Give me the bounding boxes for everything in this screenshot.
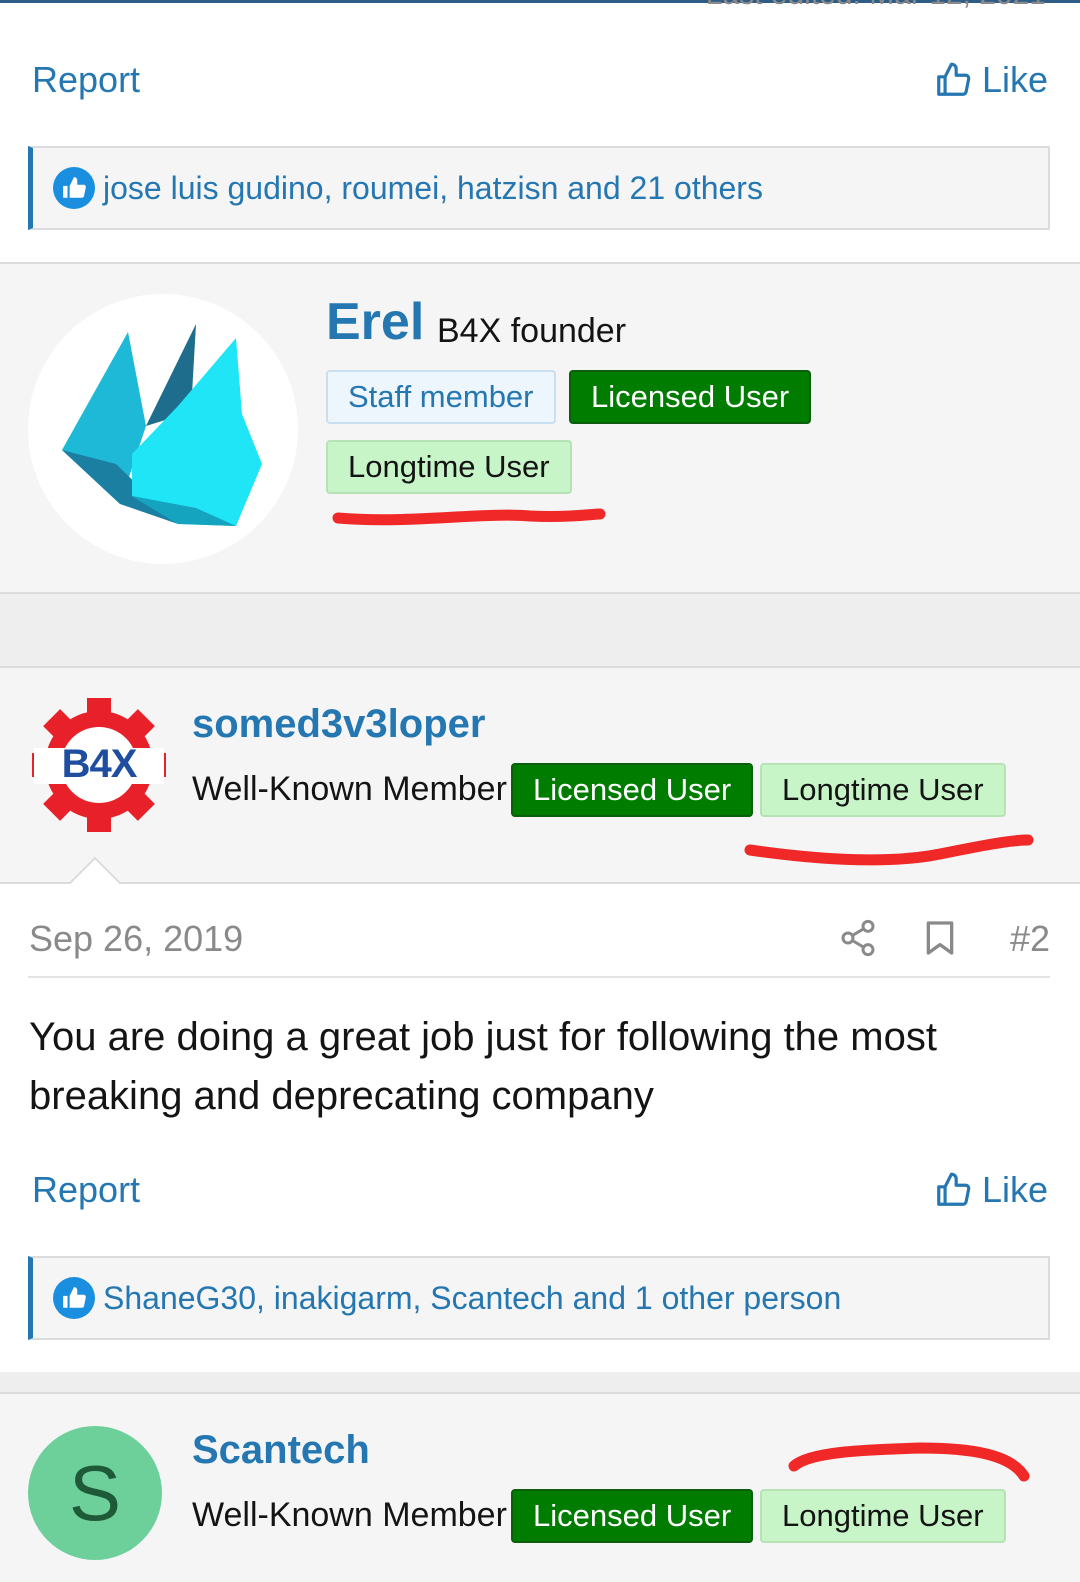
post-separator bbox=[0, 1372, 1080, 1394]
username-scantech[interactable]: Scantech bbox=[192, 1428, 370, 1473]
reactions-text: ShaneG30, inakigarm, Scantech and 1 othe… bbox=[103, 1279, 842, 1316]
report-link[interactable]: Report bbox=[32, 1160, 140, 1220]
badge-staff-member: Staff member bbox=[326, 370, 556, 424]
like-button[interactable]: Like bbox=[934, 1160, 1048, 1220]
post-date[interactable]: Sep 26, 2019 bbox=[29, 918, 243, 960]
user-title: B4X founder bbox=[437, 312, 627, 350]
post-number[interactable]: #2 bbox=[1010, 918, 1050, 960]
user-block-scantech: S Scantech Well-Known Member Licensed Us… bbox=[0, 1392, 1080, 1582]
reaction-like-icon bbox=[53, 167, 95, 209]
user-block-somed3v3loper: B4X somed3v3loper Well-Known Member Lice… bbox=[0, 666, 1080, 884]
like-button[interactable]: Like bbox=[934, 50, 1048, 110]
badge-longtime-user: Longtime User bbox=[760, 1489, 1006, 1543]
badge-licensed-user: Licensed User bbox=[511, 763, 754, 817]
username-somed3v3loper[interactable]: somed3v3loper bbox=[192, 702, 485, 747]
thumbs-up-icon bbox=[937, 62, 971, 96]
post-body: You are doing a great job just for follo… bbox=[29, 1015, 937, 1118]
post-pointer bbox=[66, 856, 124, 886]
post1-actions: Report Like bbox=[0, 50, 1080, 110]
bookmark-icon[interactable] bbox=[920, 916, 960, 960]
reaction-like-icon bbox=[53, 1277, 95, 1319]
avatar[interactable]: S bbox=[28, 1426, 162, 1560]
reactions-bar[interactable]: ShaneG30, inakigarm, Scantech and 1 othe… bbox=[28, 1256, 1050, 1340]
post2-actions: Report Like bbox=[0, 1160, 1080, 1220]
post-separator bbox=[0, 594, 1080, 666]
last-edited-text: Last edited: Mar 12, 2021 bbox=[706, 0, 1046, 12]
username-erel[interactable]: Erel bbox=[326, 292, 424, 352]
badge-licensed-user: Licensed User bbox=[511, 1489, 754, 1543]
red-underline-annotation bbox=[332, 508, 606, 526]
badge-longtime-user: Longtime User bbox=[326, 440, 572, 494]
avatar[interactable] bbox=[28, 294, 298, 564]
avatar-text: B4X bbox=[61, 742, 138, 786]
badge-longtime-user: Longtime User bbox=[760, 763, 1006, 817]
post-header-divider bbox=[28, 976, 1050, 978]
red-underline-annotation bbox=[788, 1442, 1030, 1482]
user-title: Well-Known Member bbox=[192, 770, 507, 808]
report-link[interactable]: Report bbox=[32, 50, 140, 110]
share-icon[interactable] bbox=[838, 916, 878, 960]
thumbs-up-icon bbox=[937, 1172, 971, 1206]
like-label: Like bbox=[981, 59, 1048, 100]
badge-licensed-user: Licensed User bbox=[569, 370, 812, 424]
avatar[interactable]: B4X bbox=[32, 698, 166, 832]
reactions-text: jose luis gudino, roumei, hatzisn and 21… bbox=[103, 169, 763, 206]
user-block-erel: Erel B4X founder Staff member Licensed U… bbox=[0, 262, 1080, 594]
like-label: Like bbox=[981, 1169, 1048, 1210]
red-underline-annotation bbox=[744, 834, 1034, 866]
user-title: Well-Known Member bbox=[192, 1496, 507, 1534]
avatar-letter: S bbox=[68, 1448, 122, 1537]
reactions-bar[interactable]: jose luis gudino, roumei, hatzisn and 21… bbox=[28, 146, 1050, 230]
